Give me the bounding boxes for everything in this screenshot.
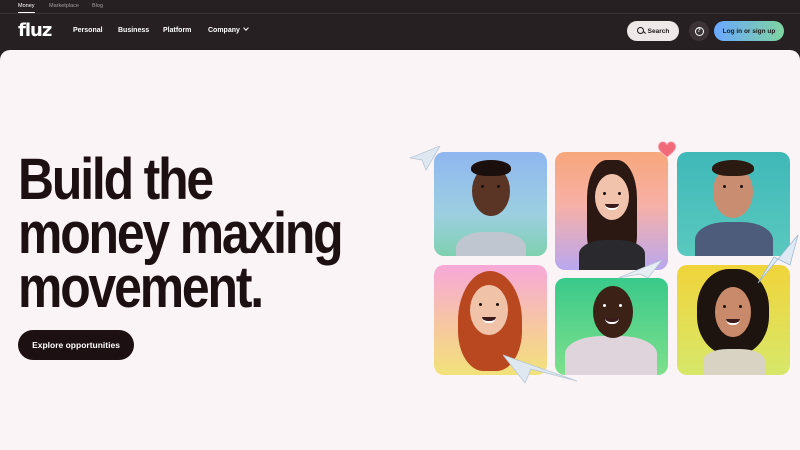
- hero-headline: Build the money maxing movement.: [18, 147, 345, 320]
- chevron-down-icon: [243, 25, 249, 31]
- nav-link-company[interactable]: Company: [208, 25, 249, 34]
- paper-plane-icon: [757, 235, 799, 284]
- topbar-link-money[interactable]: Money: [18, 3, 35, 13]
- utility-bar: Money Marketplace Blog: [0, 0, 800, 14]
- main-nav: fluz Personal Business Platform Company …: [0, 14, 800, 50]
- hero-section: Build the money maxing movement. Explore…: [0, 50, 800, 450]
- paper-plane-icon: [618, 260, 663, 279]
- search-button-label: Search: [647, 27, 670, 35]
- nav-link-company-label: Company: [208, 27, 240, 34]
- topbar-link-marketplace[interactable]: Marketplace: [49, 3, 79, 9]
- headline-line-1: Build the: [18, 147, 214, 212]
- photo-tile-1: [434, 152, 547, 256]
- fluz-logo[interactable]: fluz: [18, 20, 52, 41]
- photo-tile-2: [555, 152, 668, 270]
- search-button[interactable]: Search: [627, 21, 679, 41]
- nav-link-platform[interactable]: Platform: [163, 27, 191, 34]
- question-circle-icon: ?: [694, 26, 704, 36]
- login-signup-button[interactable]: Log in or sign up: [714, 21, 784, 41]
- paper-plane-icon: [410, 146, 441, 171]
- nav-link-personal[interactable]: Personal: [73, 27, 103, 34]
- explore-opportunities-button[interactable]: Explore opportunities: [18, 330, 134, 360]
- nav-link-business[interactable]: Business: [118, 27, 149, 34]
- help-button[interactable]: ?: [689, 21, 709, 41]
- headline-line-2: money maxing: [18, 201, 344, 266]
- search-icon: [636, 27, 645, 35]
- heart-balloon-icon: [657, 141, 677, 158]
- headline-line-3: movement.: [18, 255, 264, 320]
- paper-plane-icon: [503, 354, 578, 384]
- topbar-link-blog[interactable]: Blog: [92, 3, 103, 9]
